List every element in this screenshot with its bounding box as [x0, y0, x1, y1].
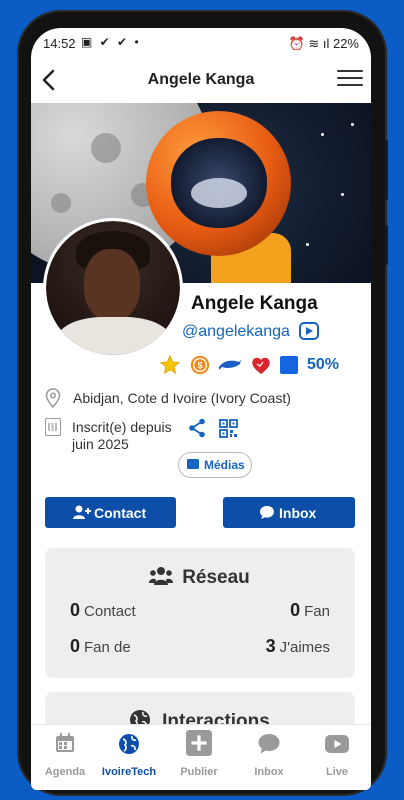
profile-avatar[interactable]	[43, 218, 183, 358]
profile-handle[interactable]: @angelekanga	[182, 323, 290, 341]
calendar-icon	[56, 733, 74, 752]
page-title: Angele Kanga	[147, 71, 255, 88]
system-status: ⏰ ≋ ıl 22%	[288, 36, 359, 51]
stat-contact-value: 0	[70, 600, 81, 620]
stat-contact[interactable]: 0 Contact	[70, 600, 136, 621]
nav-live-label: Live	[325, 766, 348, 778]
inbox-button[interactable]: Inbox	[223, 497, 355, 528]
notification-icons: ▣ ✔ ✔ •	[81, 35, 141, 49]
plus-square-icon	[186, 730, 212, 756]
add-user-icon	[73, 505, 91, 519]
stat-fan-de-label: Fan de	[84, 639, 131, 656]
inbox-button-label: Inbox	[279, 505, 317, 521]
stat-fan-value: 0	[290, 600, 301, 620]
dolphin-badge-icon	[219, 360, 241, 370]
stat-fan-de[interactable]: 0 Fan de	[70, 636, 131, 657]
contact-button[interactable]: Contact	[45, 497, 176, 528]
globe-icon	[119, 734, 139, 754]
network-title: Réseau	[182, 567, 250, 588]
nav-publier[interactable]: Publier	[165, 730, 233, 778]
profile-name: Angele Kanga	[191, 293, 318, 314]
blue-square-badge-icon	[280, 356, 298, 374]
qr-code-icon[interactable]	[219, 419, 238, 438]
stat-fan-label: Fan	[304, 603, 330, 620]
stat-contact-label: Contact	[84, 603, 136, 620]
nav-inbox-label: Inbox	[254, 766, 284, 778]
youtube-icon[interactable]	[299, 322, 319, 340]
calendar-icon	[45, 418, 61, 436]
chat-bubble-icon	[260, 506, 274, 519]
star-badge-icon	[159, 354, 181, 375]
nav-ivoiretech[interactable]: IvoireTech	[95, 733, 163, 778]
nav-inbox[interactable]: Inbox	[235, 733, 303, 778]
youtube-icon	[325, 735, 349, 753]
nav-agenda-label: Agenda	[44, 766, 86, 778]
stat-likes-label: J'aimes	[279, 639, 330, 656]
coin-badge-icon: $	[190, 355, 210, 375]
stat-fan-de-value: 0	[70, 636, 81, 656]
chat-icon	[258, 734, 280, 754]
heart-badge-icon	[252, 357, 270, 374]
media-button[interactable]: Médias	[178, 452, 252, 478]
top-header: Angele Kanga	[31, 58, 371, 103]
nav-ivoiretech-label: IvoireTech	[101, 766, 157, 778]
volume-button	[385, 140, 388, 200]
profile-completion-percent: 50%	[307, 356, 340, 373]
location-pin-icon	[45, 388, 61, 408]
image-icon	[187, 459, 199, 469]
stat-likes[interactable]: 3 J'aimes	[266, 636, 330, 657]
joined-line-1: Inscrit(e) depuis	[72, 419, 172, 435]
network-card: Réseau 0 Contact 0 Fan 0 Fan de 3 J'aimes	[45, 548, 355, 678]
svg-text:$: $	[197, 361, 202, 371]
contact-button-label: Contact	[94, 505, 147, 521]
share-icon[interactable]	[188, 418, 206, 438]
location-text: Abidjan, Cote d Ivoire (Ivory Coast)	[73, 390, 291, 406]
status-time: 14:52	[43, 36, 76, 51]
nav-publier-label: Publier	[180, 766, 218, 778]
power-button	[385, 225, 388, 265]
bottom-navigation: Agenda IvoireTech Publier Inbox Live	[31, 724, 371, 790]
hamburger-menu-icon[interactable]	[337, 70, 363, 90]
app-screen: 14:52 ▣ ✔ ✔ • ⏰ ≋ ıl 22% Angele Kanga An…	[31, 28, 371, 790]
nav-live[interactable]: Live	[303, 733, 371, 778]
stat-likes-value: 3	[265, 636, 276, 656]
status-bar: 14:52 ▣ ✔ ✔ • ⏰ ≋ ıl 22%	[31, 28, 371, 58]
stat-fan[interactable]: 0 Fan	[290, 600, 330, 621]
joined-line-2: juin 2025	[72, 436, 129, 452]
nav-agenda[interactable]: Agenda	[31, 733, 99, 778]
visor-cloud	[191, 178, 247, 208]
media-button-label: Médias	[204, 458, 245, 472]
